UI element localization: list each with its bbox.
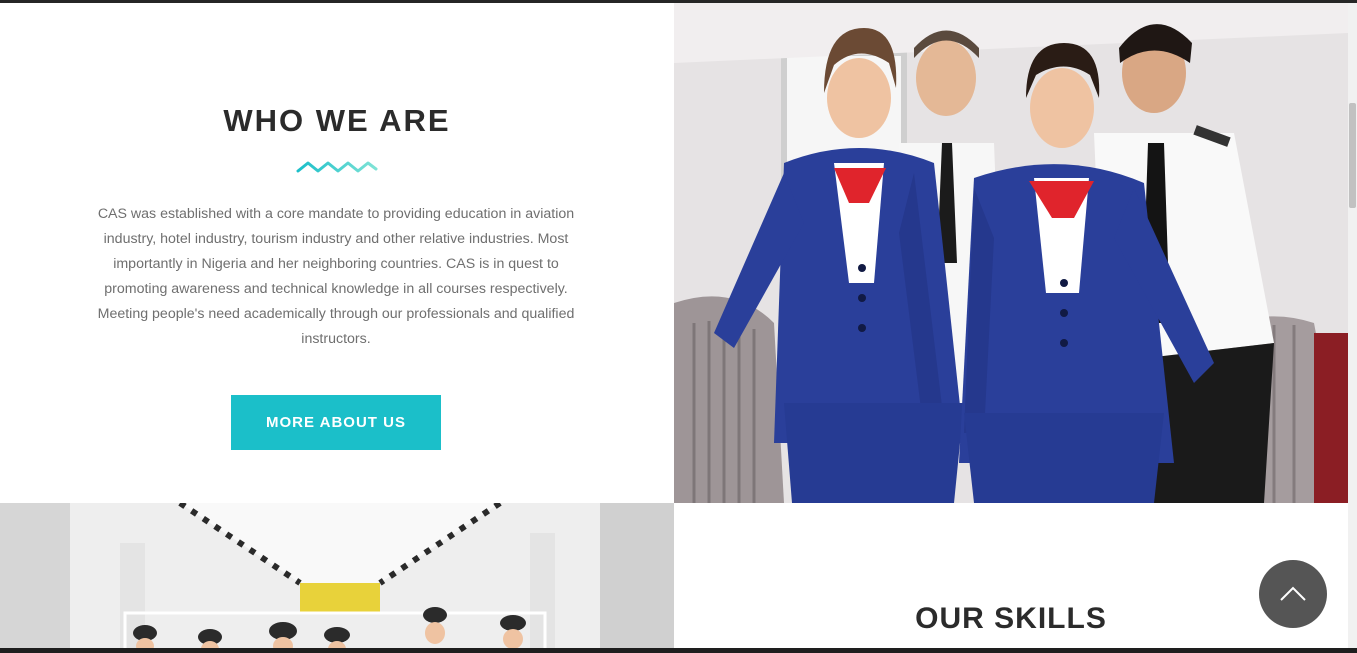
crew-photo bbox=[674, 3, 1348, 503]
hallway-illustration bbox=[0, 503, 674, 653]
who-we-are-section: WHO WE ARE CAS was established with a co… bbox=[0, 3, 674, 503]
section-title: WHO WE ARE bbox=[223, 103, 451, 138]
crew-illustration bbox=[674, 3, 1348, 503]
our-skills-title: OUR SKILLS bbox=[915, 602, 1107, 635]
scrollbar-thumb[interactable] bbox=[1349, 103, 1356, 208]
page-scrollbar[interactable] bbox=[1348, 3, 1357, 653]
zigzag-divider-icon bbox=[296, 161, 378, 173]
about-description: CAS was established with a core mandate … bbox=[97, 206, 575, 347]
back-to-top-button[interactable] bbox=[1259, 560, 1327, 628]
chevron-up-icon bbox=[1280, 586, 1306, 601]
bottom-border bbox=[0, 648, 1357, 653]
more-about-us-button[interactable]: MORE ABOUT US bbox=[231, 395, 441, 450]
hallway-photo bbox=[0, 503, 674, 653]
